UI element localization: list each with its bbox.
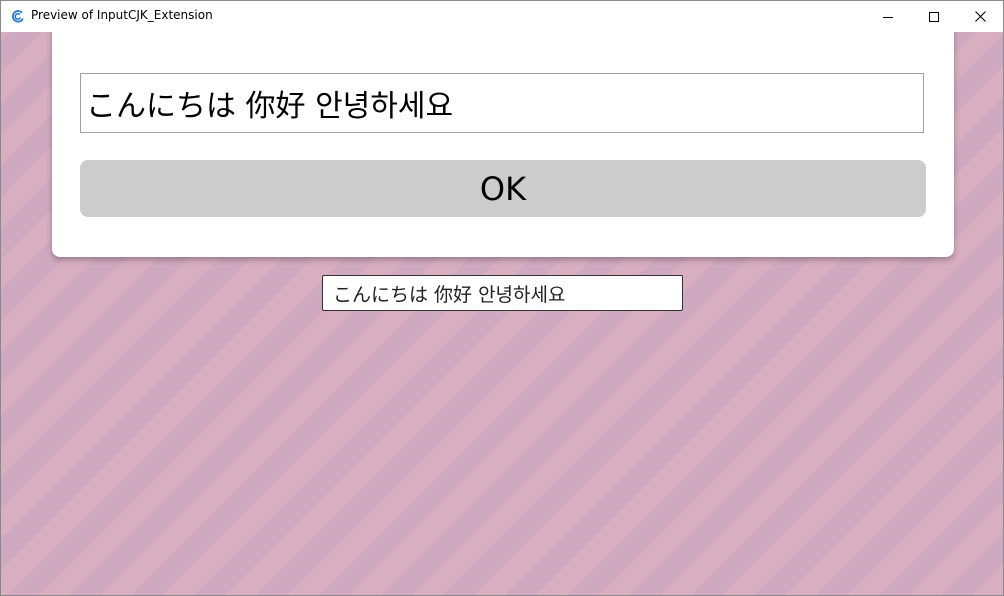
minimize-icon: [883, 7, 893, 26]
title-bar[interactable]: Preview of InputCJK_Extension: [1, 1, 1003, 32]
app-icon: [10, 9, 25, 24]
close-icon: [974, 7, 986, 26]
app-window: Preview of InputCJK_Extension こんにちは 你好 안…: [0, 0, 1004, 596]
main-text-input[interactable]: こんにちは 你好 안녕하세요: [322, 275, 683, 311]
dialog-text-input[interactable]: こんにちは 你好 안녕하세요: [80, 73, 924, 133]
page-background: こんにちは 你好 안녕하세요 OK こんにちは 你好 안녕하세요: [1, 32, 1003, 595]
maximize-button[interactable]: [911, 1, 957, 32]
input-dialog: こんにちは 你好 안녕하세요 OK: [52, 32, 954, 257]
minimize-button[interactable]: [865, 1, 911, 32]
maximize-icon: [929, 7, 939, 26]
window-title: Preview of InputCJK_Extension: [31, 8, 213, 22]
close-button[interactable]: [957, 1, 1003, 32]
ok-button[interactable]: OK: [80, 160, 926, 217]
